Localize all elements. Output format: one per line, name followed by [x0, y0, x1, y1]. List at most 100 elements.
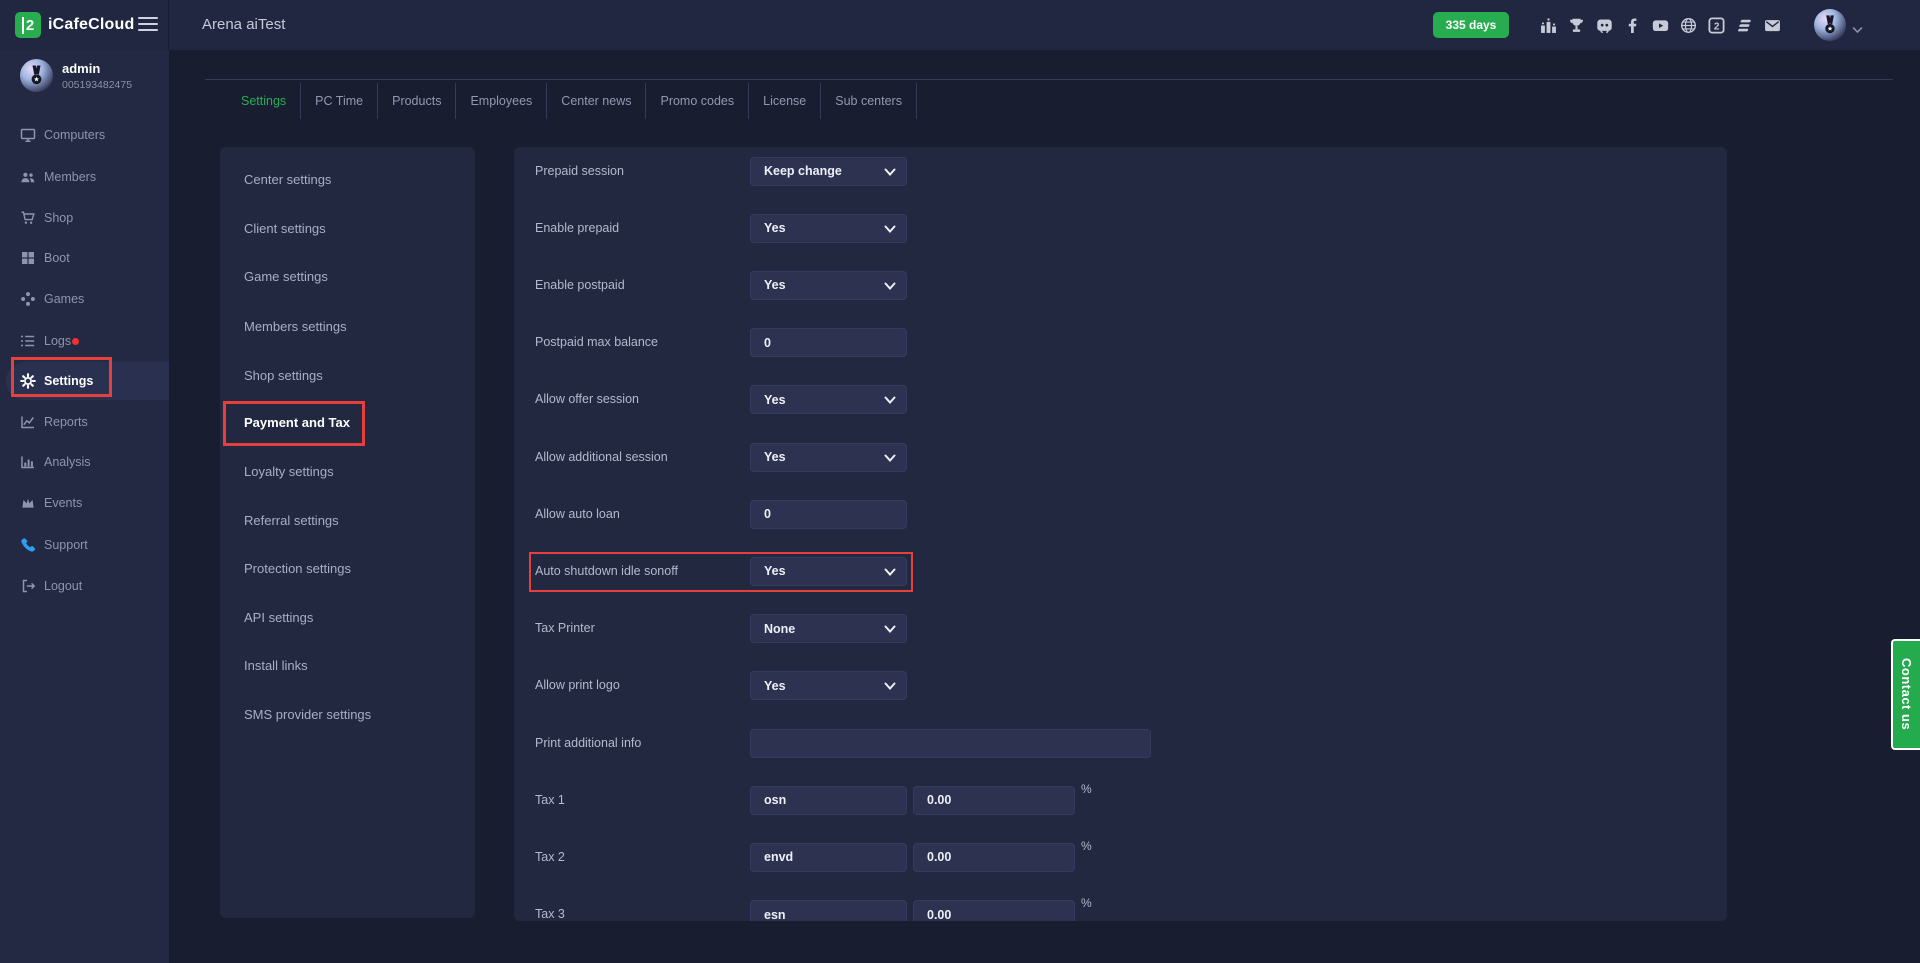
- settings-menu-item-center-settings[interactable]: Center settings: [244, 170, 331, 190]
- avatar: [20, 59, 53, 92]
- sidebar-item-label: Analysis: [44, 455, 91, 469]
- tabs-bar: SettingsPC TimeProductsEmployeesCenter n…: [227, 83, 917, 119]
- chevron-down-icon[interactable]: [1852, 21, 1863, 39]
- settings-icon: [20, 373, 36, 389]
- sidebar-item-logout[interactable]: Logout: [0, 571, 169, 601]
- field-label: Tax 1: [535, 786, 565, 815]
- sidebar-item-reports[interactable]: Reports: [0, 407, 169, 437]
- tab-promo-codes[interactable]: Promo codes: [646, 83, 749, 119]
- trophy-icon[interactable]: [1568, 17, 1585, 34]
- sidebar-item-settings[interactable]: Settings: [0, 366, 169, 396]
- sidebar-item-games[interactable]: Games: [0, 284, 169, 314]
- sidebar-item-support[interactable]: Support: [0, 530, 169, 560]
- youtube-icon[interactable]: [1652, 17, 1669, 34]
- tax-printer-select[interactable]: None: [750, 614, 907, 643]
- tab-employees[interactable]: Employees: [456, 83, 547, 119]
- enable-prepaid-select[interactable]: Yes: [750, 214, 907, 243]
- sidebar-item-members[interactable]: Members: [0, 162, 169, 192]
- notification-dot: [72, 338, 79, 345]
- auto-shutdown-idle-sonoff-select[interactable]: Yes: [750, 557, 907, 586]
- tax-1-name-input[interactable]: [750, 786, 907, 815]
- select-value: Yes: [764, 221, 786, 235]
- postpaid-max-balance-input[interactable]: [750, 328, 907, 357]
- topbar: 2 iCafeCloud Arena aiTest 335 days 2: [0, 0, 1920, 50]
- icafecloud-icon[interactable]: 2: [1708, 17, 1725, 34]
- allow-additional-session-select[interactable]: Yes: [750, 443, 907, 472]
- prepaid-session-select[interactable]: Keep change: [750, 157, 907, 186]
- settings-menu-item-referral-settings[interactable]: Referral settings: [244, 511, 339, 531]
- field-label: Prepaid session: [535, 157, 624, 186]
- settings-menu-panel: Center settings Client settings Game setti…: [220, 147, 475, 918]
- percent-sign: %: [1081, 782, 1092, 796]
- layers-icon[interactable]: [1736, 17, 1753, 34]
- tax-3-rate-input[interactable]: [913, 900, 1075, 921]
- sidebar-item-label: Logout: [44, 579, 82, 593]
- settings-menu-item-sms-provider-settings[interactable]: SMS provider settings: [244, 705, 371, 725]
- form-row-auto-shutdown-idle-sonoff: Auto shutdown idle sonoffYes: [514, 557, 1727, 586]
- sidebar-item-label: Support: [44, 538, 88, 552]
- form-row-print-additional-info: Print additional info: [514, 729, 1727, 758]
- contact-us-label: Contact us: [1899, 658, 1914, 730]
- tab-license[interactable]: License: [749, 83, 821, 119]
- settings-menu-item-payment-and-tax[interactable]: Payment and Tax: [244, 413, 350, 433]
- tax-3-name-input[interactable]: [750, 900, 907, 921]
- sidebar-item-label: Computers: [44, 128, 105, 142]
- settings-menu-item-api-settings[interactable]: API settings: [244, 608, 313, 628]
- topbar-icons: 2: [1540, 0, 1781, 50]
- user-id: 005193482475: [62, 79, 132, 91]
- sidebar-item-shop[interactable]: Shop: [0, 203, 169, 233]
- settings-menu-item-members-settings[interactable]: Members settings: [244, 317, 347, 337]
- allow-auto-loan-input[interactable]: [750, 500, 907, 529]
- print-additional-info-input[interactable]: [750, 729, 1151, 758]
- settings-menu-item-install-links[interactable]: Install links: [244, 656, 308, 676]
- sidebar-item-computers[interactable]: Computers: [0, 120, 169, 150]
- allow-print-logo-select[interactable]: Yes: [750, 671, 907, 700]
- enable-postpaid-select[interactable]: Yes: [750, 271, 907, 300]
- sidebar-item-analysis[interactable]: Analysis: [0, 447, 169, 477]
- user-name: admin: [62, 61, 132, 76]
- hamburger-menu-icon[interactable]: [138, 17, 158, 33]
- sidebar-item-label: Reports: [44, 415, 88, 429]
- tab-pc-time[interactable]: PC Time: [301, 83, 378, 119]
- form-row-tax-1: Tax 1%: [514, 786, 1727, 815]
- tab-sub-centers[interactable]: Sub centers: [821, 83, 917, 119]
- form-row-allow-offer-session: Allow offer sessionYes: [514, 385, 1727, 414]
- select-value: Yes: [764, 679, 786, 693]
- license-days-badge[interactable]: 335 days: [1433, 12, 1509, 38]
- select-value: Yes: [764, 450, 786, 464]
- settings-menu-item-shop-settings[interactable]: Shop settings: [244, 366, 323, 386]
- form-row-tax-3: Tax 3%: [514, 900, 1727, 921]
- sidebar-item-logs[interactable]: Logs: [0, 326, 169, 356]
- tab-center-news[interactable]: Center news: [547, 83, 646, 119]
- sidebar-item-events[interactable]: Events: [0, 488, 169, 518]
- percent-sign: %: [1081, 896, 1092, 910]
- support-icon: [20, 537, 36, 553]
- ranking-icon[interactable]: [1540, 17, 1557, 34]
- sidebar-item-boot[interactable]: Boot: [0, 243, 169, 273]
- field-label: Allow auto loan: [535, 500, 620, 529]
- tax-2-name-input[interactable]: [750, 843, 907, 872]
- facebook-icon[interactable]: [1624, 17, 1641, 34]
- sidebar-item-label: Logs: [44, 334, 71, 348]
- allow-offer-session-select[interactable]: Yes: [750, 385, 907, 414]
- tab-settings[interactable]: Settings: [227, 83, 301, 119]
- analysis-icon: [20, 454, 36, 470]
- reports-icon: [20, 414, 36, 430]
- tabs-divider: [205, 79, 1893, 80]
- field-label: Tax 3: [535, 900, 565, 921]
- form-row-enable-prepaid: Enable prepaidYes: [514, 214, 1727, 243]
- globe-icon[interactable]: [1680, 17, 1697, 34]
- settings-menu-item-loyalty-settings[interactable]: Loyalty settings: [244, 462, 334, 482]
- discord-icon[interactable]: [1596, 17, 1613, 34]
- sidebar-user[interactable]: admin 005193482475: [20, 59, 132, 92]
- tax-1-rate-input[interactable]: [913, 786, 1075, 815]
- tab-products[interactable]: Products: [378, 83, 456, 119]
- contact-us-button[interactable]: Contact us: [1891, 639, 1920, 750]
- mail-icon[interactable]: [1764, 17, 1781, 34]
- tax-2-rate-input[interactable]: [913, 843, 1075, 872]
- settings-menu-item-protection-settings[interactable]: Protection settings: [244, 559, 351, 579]
- user-avatar[interactable]: [1814, 9, 1846, 41]
- settings-menu-item-client-settings[interactable]: Client settings: [244, 219, 326, 239]
- boot-icon: [20, 250, 36, 266]
- settings-menu-item-game-settings[interactable]: Game settings: [244, 267, 328, 287]
